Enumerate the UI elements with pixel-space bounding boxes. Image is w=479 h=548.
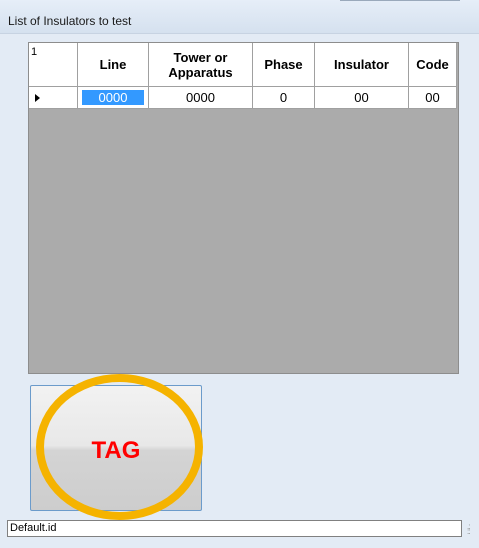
cell-phase[interactable]: 0 <box>253 87 315 109</box>
cell-insulator[interactable]: 00 <box>315 87 409 109</box>
grid-corner-header[interactable]: 1 <box>29 43 78 87</box>
title-bar-divider <box>340 0 460 1</box>
title-bar[interactable]: List of Insulators to test <box>0 0 479 34</box>
column-header-line[interactable]: Line <box>78 43 149 87</box>
status-bar: Default.id .::: <box>7 520 472 538</box>
cell-code[interactable]: 00 <box>409 87 457 109</box>
column-header-tower-or-apparatus[interactable]: Tower or Apparatus <box>149 43 253 87</box>
status-text: Default.id <box>7 520 462 537</box>
resize-grip-icon[interactable]: .::: <box>467 523 477 536</box>
column-header-phase[interactable]: Phase <box>253 43 315 87</box>
cell-line[interactable]: 0000 <box>78 87 149 109</box>
cell-tower-or-apparatus[interactable]: 0000 <box>149 87 253 109</box>
insulators-grid[interactable]: 1 Line Tower or Apparatus Phase Insulato… <box>28 42 459 374</box>
cell-line-value: 0000 <box>82 90 144 105</box>
tag-button[interactable]: TAG <box>30 385 202 511</box>
row-header[interactable] <box>29 87 78 109</box>
column-header-insulator[interactable]: Insulator <box>315 43 409 87</box>
current-row-arrow-icon <box>35 93 40 102</box>
app-window: List of Insulators to test 1 Line Tower … <box>0 0 479 548</box>
column-header-code[interactable]: Code <box>409 43 457 87</box>
window-title: List of Insulators to test <box>8 14 132 28</box>
